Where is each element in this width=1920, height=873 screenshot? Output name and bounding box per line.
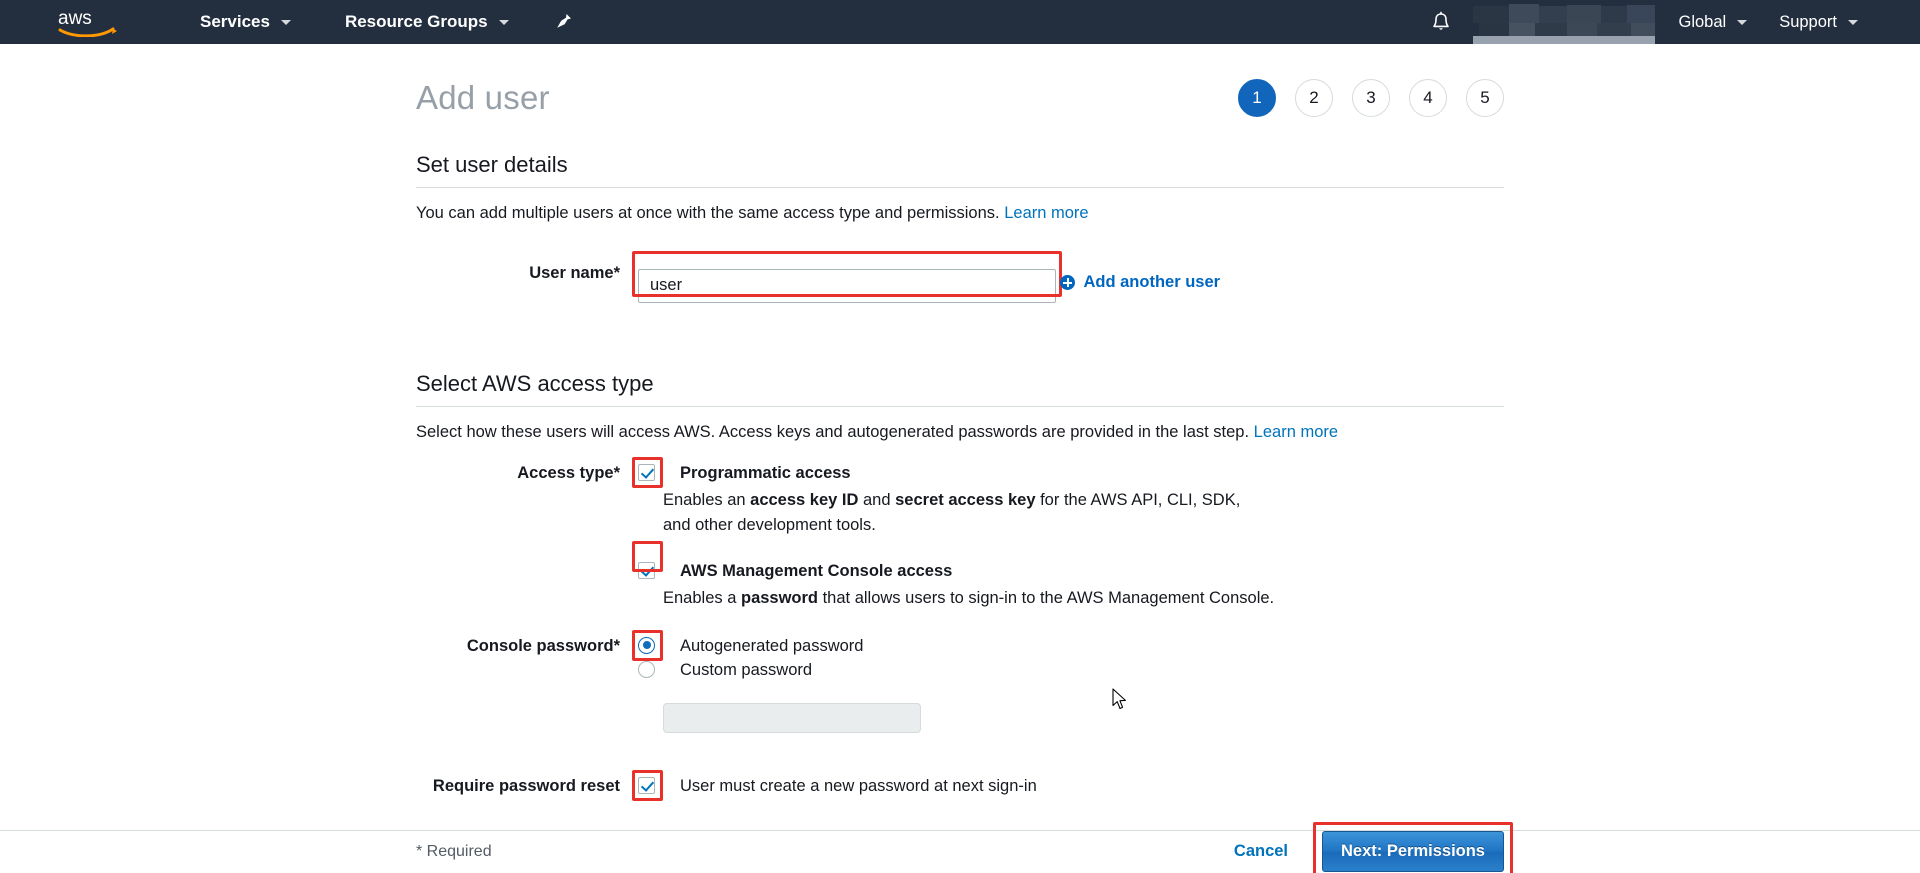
wizard-step-5[interactable]: 5 xyxy=(1466,79,1504,117)
add-another-user-label: Add another user xyxy=(1083,273,1221,291)
chevron-down-icon xyxy=(498,19,509,25)
set-user-details-heading: Set user details xyxy=(416,152,1504,188)
pin-icon[interactable] xyxy=(551,0,577,44)
access-type-heading: Select AWS access type xyxy=(416,371,1504,407)
autogenerated-password-label: Autogenerated password xyxy=(680,636,864,655)
wizard-step-1-label: 1 xyxy=(1252,88,1262,107)
cancel-button[interactable]: Cancel xyxy=(1234,842,1288,861)
user-details-learn-more-link[interactable]: Learn more xyxy=(1004,204,1088,222)
custom-password-option[interactable]: Custom password xyxy=(638,660,1504,679)
plus-circle-icon xyxy=(1060,275,1076,290)
title-row: Add user 1 2 3 4 5 xyxy=(416,44,1504,152)
console-access-description: Enables a password that allows users to … xyxy=(663,586,1504,611)
aws-logo[interactable]: aws xyxy=(52,0,124,44)
console-access-label: AWS Management Console access xyxy=(680,561,953,580)
account-underline xyxy=(1472,36,1655,44)
require-password-reset-row: Require password reset User must create … xyxy=(416,769,1504,801)
wizard-step-2-label: 2 xyxy=(1309,88,1319,107)
access-type-label: Access type* xyxy=(517,463,620,482)
wizard-footer: * Required Cancel Next: Permissions xyxy=(416,822,1513,873)
console-desc-1: Enables a xyxy=(663,588,741,607)
chevron-down-icon xyxy=(280,19,291,25)
custom-password-label: Custom password xyxy=(680,660,813,679)
console-access-option[interactable]: AWS Management Console access xyxy=(638,561,1504,580)
prog-desc-2: and xyxy=(858,490,896,509)
page-title: Add user xyxy=(416,79,550,116)
footer-actions: Cancel Next: Permissions xyxy=(1234,822,1513,873)
wizard-step-3-label: 3 xyxy=(1366,88,1376,107)
autogenerated-password-option[interactable]: Autogenerated password xyxy=(638,636,1504,655)
wizard-step-1[interactable]: 1 xyxy=(1238,79,1276,117)
programmatic-access-option[interactable]: Programmatic access xyxy=(638,463,1504,482)
wizard-step-3[interactable]: 3 xyxy=(1352,79,1390,117)
wizard-step-2[interactable]: 2 xyxy=(1295,79,1333,117)
console-desc-2: that allows users to sign-in to the AWS … xyxy=(818,588,1275,607)
wizard-step-4-label: 4 xyxy=(1423,88,1433,107)
custom-password-input[interactable] xyxy=(663,702,921,733)
custom-password-radio[interactable] xyxy=(638,660,655,678)
nav-services[interactable]: Services xyxy=(184,0,307,44)
bell-notification-icon[interactable] xyxy=(1421,0,1461,44)
require-password-reset-label: Require password reset xyxy=(432,776,620,795)
account-menu-redacted[interactable] xyxy=(1472,0,1655,44)
nav-support-label: Support xyxy=(1779,12,1837,31)
access-type-description: Select how these users will access AWS. … xyxy=(416,423,1504,442)
next-permissions-button[interactable]: Next: Permissions xyxy=(1322,831,1504,872)
access-type-learn-more-link[interactable]: Learn more xyxy=(1254,423,1338,441)
prog-desc-bold-1: access key ID xyxy=(750,490,859,509)
console-desc-bold-1: password xyxy=(740,588,819,607)
user-name-label: User name* xyxy=(529,264,620,282)
access-type-row: Access type* Programmatic access Enables… xyxy=(416,456,1504,611)
programmatic-access-label: Programmatic access xyxy=(680,463,851,482)
chevron-down-icon xyxy=(1737,19,1748,25)
require-password-reset-text: User must create a new password at next … xyxy=(680,776,1037,795)
page-body: Add user 1 2 3 4 5 Set user details You … xyxy=(0,44,1920,873)
nav-region-selector[interactable]: Global xyxy=(1663,0,1764,44)
svg-text:aws: aws xyxy=(58,8,92,29)
access-type-section: Select AWS access type Select how these … xyxy=(416,371,1504,801)
add-another-user-button[interactable]: Add another user xyxy=(1060,273,1220,292)
console-password-row: Console password* Autogenerated password… xyxy=(416,629,1504,733)
require-password-reset-checkbox[interactable] xyxy=(638,776,655,794)
wizard-step-5-label: 5 xyxy=(1480,88,1490,107)
programmatic-access-description: Enables an access key ID and secret acce… xyxy=(663,488,1263,538)
set-user-details-description-text: You can add multiple users at once with … xyxy=(416,204,1000,222)
nav-resource-groups-label: Resource Groups xyxy=(344,12,488,31)
main-content: Add user 1 2 3 4 5 Set user details You … xyxy=(416,44,1504,801)
user-name-input[interactable] xyxy=(638,268,1056,303)
set-user-details-description: You can add multiple users at once with … xyxy=(416,204,1504,223)
user-name-row: User name* Add another user xyxy=(416,251,1504,303)
nav-right-group: Global Support xyxy=(1421,0,1920,44)
prog-desc-1: Enables an xyxy=(663,490,751,509)
prog-desc-bold-2: secret access key xyxy=(895,490,1036,509)
nav-services-label: Services xyxy=(200,12,270,31)
programmatic-access-checkbox[interactable] xyxy=(638,463,655,481)
top-navigation-bar: aws Services Resource Groups Global Supp… xyxy=(0,0,1920,44)
wizard-step-4[interactable]: 4 xyxy=(1409,79,1447,117)
chevron-down-icon xyxy=(1848,19,1858,25)
wizard-steps: 1 2 3 4 5 xyxy=(1238,79,1504,117)
console-access-checkbox[interactable] xyxy=(638,561,655,579)
require-password-reset-option[interactable]: User must create a new password at next … xyxy=(638,776,1504,795)
nav-region-label: Global xyxy=(1678,12,1727,31)
console-password-label: Console password* xyxy=(466,636,620,655)
access-type-description-text: Select how these users will access AWS. … xyxy=(416,422,1250,441)
required-note: * Required xyxy=(416,842,492,860)
autogenerated-password-radio[interactable] xyxy=(638,636,655,654)
nav-support[interactable]: Support xyxy=(1763,0,1874,44)
nav-resource-groups[interactable]: Resource Groups xyxy=(329,0,525,44)
